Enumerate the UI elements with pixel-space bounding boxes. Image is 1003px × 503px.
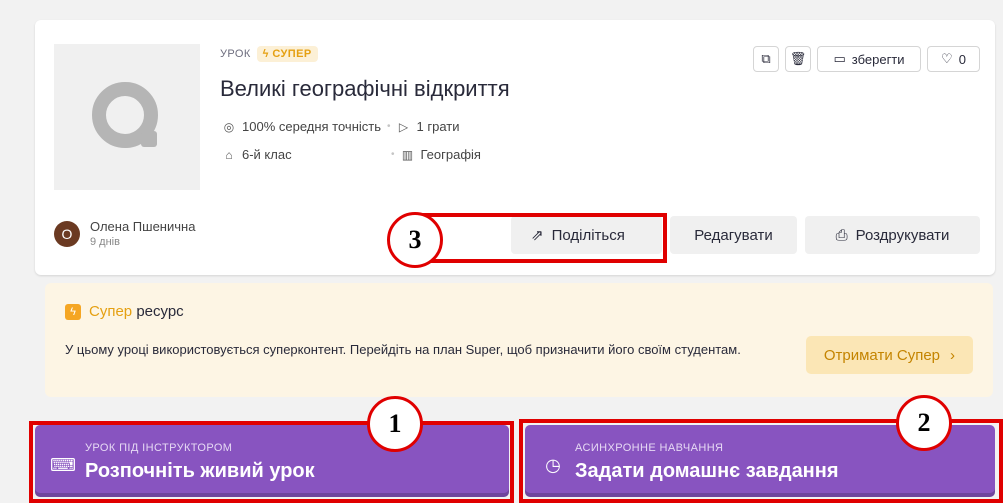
- author-name: Олена Пшенична: [90, 219, 196, 234]
- author-info[interactable]: О Олена Пшенична 9 днів: [54, 219, 195, 248]
- separator-dot: •: [387, 121, 391, 132]
- trash-icon: 🗑: [789, 51, 807, 66]
- copy-button[interactable]: ⧉: [753, 46, 779, 72]
- books-icon: ▥: [401, 147, 414, 162]
- printer-icon: ⎙: [835, 226, 848, 244]
- separator-dot: •: [391, 149, 395, 160]
- super-badge: ϟ СУПЕР: [256, 46, 318, 62]
- plays-text: 1 грати: [416, 119, 460, 134]
- target-icon: ◎: [223, 119, 235, 134]
- get-super-button[interactable]: Отримати Супер ›: [805, 336, 973, 374]
- chevron-right-icon: ›: [950, 346, 955, 364]
- print-label: Роздрукувати: [855, 226, 950, 244]
- get-super-label: Отримати Супер: [823, 346, 940, 364]
- copy-icon: ⧉: [761, 51, 771, 66]
- avatar: О: [54, 220, 80, 247]
- save-button[interactable]: ▭ зберегти: [817, 46, 921, 72]
- play-icon: ▷: [398, 119, 409, 134]
- resource-word: ресурс: [136, 303, 184, 320]
- annotation-marker-1: 1: [367, 396, 423, 452]
- bolt-icon: ϟ: [65, 303, 81, 320]
- super-resource-panel: ϟ Супер ресурс У цьому уроці використову…: [45, 283, 993, 397]
- like-button[interactable]: ♡ 0: [927, 46, 980, 72]
- accuracy-text: 100% середня точність: [242, 119, 382, 134]
- graduation-cap-icon: ⌂: [225, 147, 233, 162]
- subject-text: Географія: [420, 147, 481, 162]
- super-badge-label: СУПЕР: [272, 48, 312, 60]
- super-description: У цьому уроці використовується суперконт…: [65, 342, 741, 357]
- annotation-marker-2: 2: [896, 395, 952, 451]
- annotation-marker-3: 3: [387, 212, 443, 268]
- like-count: 0: [958, 51, 966, 67]
- bolt-icon: ϟ: [262, 48, 273, 60]
- quizizz-logo-icon: [92, 82, 158, 148]
- folder-icon: ▭: [833, 51, 846, 66]
- lesson-type-label: УРОК: [220, 48, 251, 60]
- super-word: Супер: [89, 303, 133, 320]
- save-label: зберегти: [851, 51, 905, 67]
- heart-icon: ♡: [941, 51, 953, 66]
- lesson-type-row: УРОК ϟ СУПЕР: [220, 46, 318, 62]
- annotation-box-3: [418, 213, 667, 263]
- lesson-title: Великі географічні відкриття: [220, 76, 510, 101]
- print-button[interactable]: ⎙ Роздрукувати: [805, 216, 980, 254]
- grade-text: 6-й клас: [242, 147, 292, 162]
- info-row: ⌂ 6-й клас • ▥ Географія: [222, 147, 481, 162]
- annotation-box-1: [29, 421, 514, 503]
- author-time: 9 днів: [90, 236, 120, 248]
- top-actions: ⧉ 🗑 ▭ зберегти ♡ 0: [753, 46, 980, 72]
- edit-button[interactable]: Редагувати: [670, 216, 797, 254]
- stats-row: ◎ 100% середня точність • ▷ 1 грати: [222, 119, 460, 134]
- delete-button[interactable]: 🗑: [785, 46, 811, 72]
- super-resource-heading: ϟ Супер ресурс: [65, 303, 184, 320]
- edit-label: Редагувати: [694, 226, 773, 244]
- lesson-thumbnail[interactable]: [54, 44, 200, 190]
